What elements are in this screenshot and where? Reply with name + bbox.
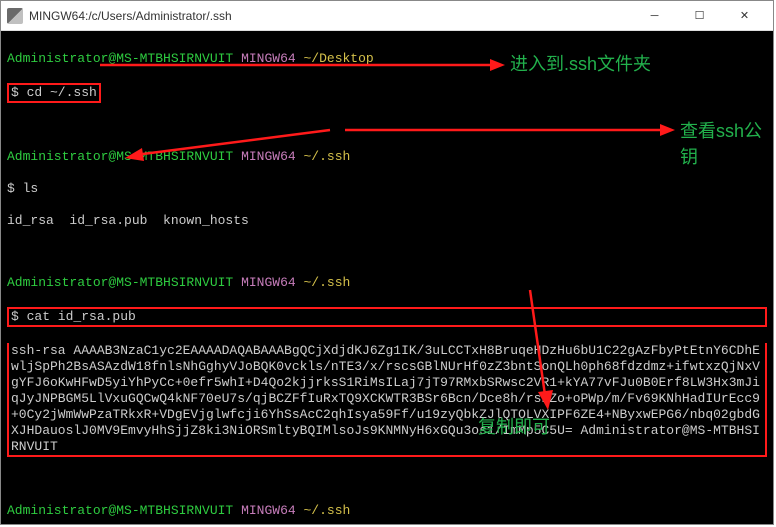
cmd-cd: $ cd ~/.ssh	[7, 83, 101, 103]
app-icon	[7, 8, 23, 24]
cmd-cat: $ cat id_rsa.pub	[11, 309, 136, 324]
terminal-body[interactable]: Administrator@MS-MTBHSIRNVUIT MINGW64 ~/…	[1, 31, 773, 524]
prompt-line: Administrator@MS-MTBHSIRNVUIT MINGW64 ~/…	[7, 503, 767, 519]
path-ssh: ~/.ssh	[303, 503, 350, 518]
terminal-window: MINGW64:/c/Users/Administrator/.ssh ─ ☐ …	[0, 0, 774, 525]
path-ssh: ~/.ssh	[303, 149, 350, 164]
path-ssh: ~/.ssh	[303, 275, 350, 290]
prompt-line: Administrator@MS-MTBHSIRNVUIT MINGW64 ~/…	[7, 51, 767, 67]
env-label: MINGW64	[241, 503, 296, 518]
user-host: Administrator@MS-MTBHSIRNVUIT	[7, 275, 233, 290]
prompt-line: Administrator@MS-MTBHSIRNVUIT MINGW64 ~/…	[7, 149, 767, 165]
ssh-key-output: ssh-rsa AAAAB3NzaC1yc2EAAAADAQABAAABgQCj…	[11, 343, 760, 454]
prompt-line: Administrator@MS-MTBHSIRNVUIT MINGW64 ~/…	[7, 275, 767, 291]
ls-output: id_rsa id_rsa.pub known_hosts	[7, 213, 767, 229]
path-desktop: ~/Desktop	[303, 51, 373, 66]
window-buttons: ─ ☐ ✕	[632, 1, 767, 30]
env-label: MINGW64	[241, 51, 296, 66]
blank-line	[7, 245, 767, 259]
user-host: Administrator@MS-MTBHSIRNVUIT	[7, 503, 233, 518]
titlebar[interactable]: MINGW64:/c/Users/Administrator/.ssh ─ ☐ …	[1, 1, 773, 31]
cmd-cat-box: $ cat id_rsa.pub	[7, 307, 767, 327]
env-label: MINGW64	[241, 149, 296, 164]
window-title: MINGW64:/c/Users/Administrator/.ssh	[29, 9, 632, 23]
cmd-cd-line: $ cd ~/.ssh	[7, 83, 767, 103]
minimize-button[interactable]: ─	[632, 1, 677, 30]
env-label: MINGW64	[241, 275, 296, 290]
blank-line	[7, 119, 767, 133]
close-button[interactable]: ✕	[722, 1, 767, 30]
user-host: Administrator@MS-MTBHSIRNVUIT	[7, 149, 233, 164]
cmd-ls: $ ls	[7, 181, 767, 197]
maximize-button[interactable]: ☐	[677, 1, 722, 30]
blank-line	[7, 473, 767, 487]
user-host: Administrator@MS-MTBHSIRNVUIT	[7, 51, 233, 66]
ssh-key-box: ssh-rsa AAAAB3NzaC1yc2EAAAADAQABAAABgQCj…	[7, 343, 767, 457]
